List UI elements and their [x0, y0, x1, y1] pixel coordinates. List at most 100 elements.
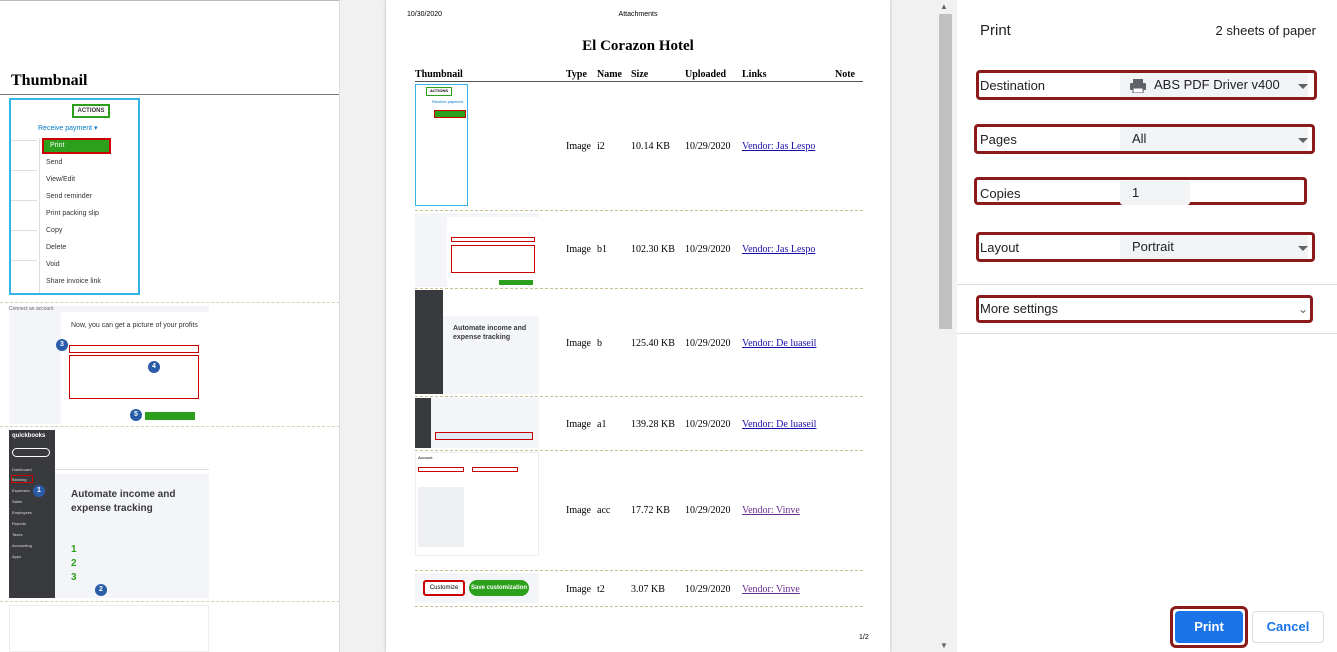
quickbooks-thumbnail: quickbooks Dashboard Banking Expenses Sa… — [9, 430, 209, 598]
cell-size: 102.30 KB — [631, 244, 675, 255]
pages-select[interactable]: All — [1120, 127, 1308, 151]
cell-size: 125.40 KB — [631, 338, 675, 349]
qb-sidebar — [415, 398, 431, 448]
menu-item-void: Void — [46, 261, 60, 268]
cell-uploaded: 10/29/2020 — [685, 419, 731, 430]
qb-sidebar: quickbooks Dashboard Banking Expenses Sa… — [9, 430, 55, 598]
row-thumbnail — [415, 398, 539, 448]
print-preview-area[interactable]: 10/30/2020 Attachments El Corazon Hotel … — [340, 0, 957, 652]
actions-menu-thumbnail: ACTIONS Receive payment ▾ Print Send Vie… — [9, 98, 140, 295]
divider — [957, 284, 1337, 285]
scrollbar-thumb[interactable] — [939, 14, 952, 329]
scroll-down-icon[interactable]: ▼ — [940, 641, 948, 650]
info-panel — [418, 487, 464, 547]
connect-account-header: Connect an account — [9, 306, 54, 312]
step-badge: 4 — [148, 361, 160, 373]
cell-name: b1 — [597, 244, 607, 255]
highlight-box — [418, 467, 464, 472]
step-badge: 3 — [56, 339, 68, 351]
vendor-link[interactable]: Vendor: Vinve — [742, 505, 800, 516]
qb-logo: quickbooks — [12, 433, 46, 439]
divider — [957, 333, 1337, 334]
vendor-link[interactable]: Vendor: De luaseil — [742, 338, 816, 349]
column-header: Note — [835, 69, 855, 80]
thumbnail-heading: Thumbnail — [11, 72, 88, 89]
qb-main: Automate income and expense tracking — [443, 316, 539, 394]
actions-label: ACTIONS — [72, 104, 110, 118]
step-number: 1 — [71, 544, 77, 555]
save-customization-button: Save customization — [469, 580, 529, 596]
row-thumbnail: Account — [415, 452, 539, 556]
step-number: 3 — [71, 572, 77, 583]
menu-item-send: Send — [46, 159, 63, 166]
nav-item: Expenses — [12, 488, 30, 493]
cell-size: 17.72 KB — [631, 505, 670, 516]
cell-uploaded: 10/29/2020 — [685, 505, 731, 516]
menu-item-view-edit: View/Edit — [46, 176, 76, 183]
nav-item: Accounting — [12, 543, 32, 548]
menu-item-share-invoice-link: Share invoice link — [46, 278, 101, 285]
receive-payment-dropdown: Receive payment ▾ — [38, 125, 98, 132]
copies-label: Copies — [980, 186, 1021, 201]
copies-input[interactable]: 1 — [1120, 181, 1190, 205]
divider — [0, 94, 339, 95]
column-header: Uploaded — [685, 69, 727, 80]
row-divider — [0, 426, 339, 427]
divider — [11, 260, 37, 261]
column-header: Links — [742, 69, 767, 80]
row-thumbnail — [415, 213, 539, 287]
row-divider — [0, 601, 339, 602]
print-dialog-screen: Thumbnail ACTIONS Receive payment ▾ Prin… — [0, 0, 1337, 652]
nav-item: Sales — [12, 499, 23, 504]
print-button[interactable]: Print — [1175, 611, 1243, 643]
continue-button — [145, 412, 195, 420]
customize-button: Customize — [423, 580, 465, 596]
row-thumbnail: Automate income and expense tracking — [415, 290, 539, 394]
destination-select[interactable]: ABS PDF Driver v400 — [1120, 73, 1308, 97]
row-divider — [0, 302, 339, 303]
row-divider — [415, 396, 863, 397]
card — [447, 217, 539, 287]
cell-name: t2 — [597, 584, 605, 595]
vendor-link[interactable]: Vendor: Jas Lespo — [742, 141, 815, 152]
print-item — [434, 110, 466, 118]
layout-label: Layout — [980, 240, 1020, 255]
qb-main: Automate income and expense tracking 1 2… — [55, 474, 209, 598]
nav-item: Banking — [12, 477, 27, 482]
scroll-up-icon[interactable]: ▲ — [940, 2, 948, 11]
caret-down-icon — [1298, 84, 1308, 89]
vendor-link[interactable]: Vendor: De luaseil — [742, 419, 816, 430]
qb-topbar — [55, 430, 209, 470]
vendor-link[interactable]: Vendor: Jas Lespo — [742, 244, 815, 255]
divider — [11, 230, 37, 231]
highlight-box — [69, 355, 199, 399]
menu-item-print: Print — [42, 138, 111, 154]
hotel-name: El Corazon Hotel — [582, 38, 694, 54]
cell-type: Image — [566, 141, 591, 152]
underlying-page: Thumbnail ACTIONS Receive payment ▾ Prin… — [0, 0, 340, 652]
cell-size: 3.07 KB — [631, 584, 665, 595]
step-badge: 2 — [95, 584, 107, 596]
account-label: Account — [418, 455, 433, 460]
cancel-button[interactable]: Cancel — [1252, 611, 1324, 643]
document-title: Attachments — [618, 11, 658, 18]
cell-name: i2 — [597, 141, 605, 152]
nav-item: Apps — [12, 554, 22, 559]
menu-item-copy: Copy — [46, 227, 63, 234]
receive-payment-label: Receive payment — [432, 99, 463, 104]
vendor-link[interactable]: Vendor: Vinve — [742, 584, 800, 595]
cell-name: acc — [597, 505, 611, 516]
divider — [11, 140, 37, 141]
more-settings-toggle[interactable]: More settings — [980, 301, 1058, 316]
actions-label: ACTIONS — [426, 87, 452, 96]
highlight-box — [435, 432, 533, 440]
layout-select[interactable]: Portrait — [1120, 235, 1308, 259]
chevron-down-icon[interactable]: ⌄ — [1298, 302, 1308, 316]
menu-item-send-reminder: Send reminder — [46, 193, 92, 200]
row-thumbnail: ACTIONS Receive payment — [415, 84, 468, 206]
divider — [0, 0, 339, 1]
row-divider — [415, 606, 863, 607]
actions-menu: Print Send View/Edit Send reminder Print… — [39, 138, 111, 293]
automate-heading: Automate income and expense tracking — [71, 489, 176, 514]
nav-item: Employees — [12, 510, 32, 515]
